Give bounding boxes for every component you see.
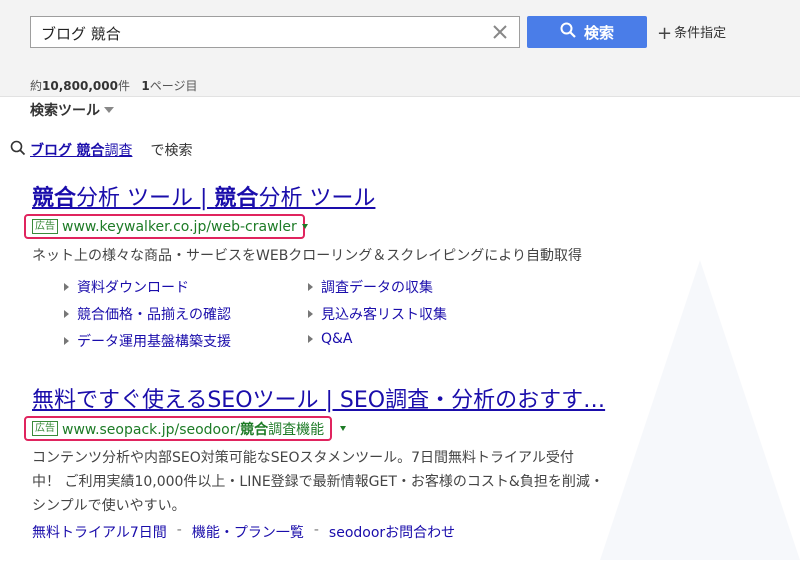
ad1-title-part4: 分析 ツール — [258, 186, 376, 211]
ad-url-1[interactable]: www.keywalker.co.jp/web-crawler — [62, 219, 297, 235]
plus-icon: + — [657, 23, 673, 44]
ad-badge: 広告 — [32, 219, 58, 234]
ad2-desc-line1: コンテンツ分析や内部SEO対策可能なSEOスタメンツール。7日間無料トライアル受… — [32, 450, 574, 466]
arrow-right-icon — [64, 310, 69, 318]
sitelink-label: Q&A — [321, 331, 353, 347]
ad-description-2: コンテンツ分析や内部SEO対策可能なSEOスタメンツール。7日間無料トライアル受… — [32, 446, 604, 518]
sitelink-2[interactable]: 調査データの収集 — [308, 277, 433, 297]
bottom-link-trial[interactable]: 無料トライアル7日間 — [32, 522, 167, 542]
ad2-desc-line3: シンプルで使いやすい。 — [32, 498, 186, 514]
result-count-suffix: 件 — [117, 79, 130, 93]
url-caret-icon[interactable] — [340, 426, 346, 431]
sitelink-label: 資料ダウンロード — [77, 280, 189, 296]
search-box[interactable] — [30, 16, 520, 49]
search-input[interactable] — [39, 17, 483, 49]
link-separator: - — [176, 522, 182, 538]
arrow-right-icon — [308, 335, 313, 343]
search-button-label: 検索 — [583, 23, 614, 42]
conditions-link[interactable]: + 条件指定 — [657, 22, 726, 44]
result-count: 約10,800,000件 1ページ目 — [30, 77, 198, 94]
ad2-desc-line2: 中！ ご利用実績10,000件以上・LINE登録で最新情報GET・お客様のコスト… — [32, 474, 604, 490]
search-icon — [10, 140, 26, 160]
page-number: 1 — [141, 79, 150, 93]
ad-url-2[interactable]: www.seopack.jp/seodoor/競合調査機能 — [62, 419, 324, 439]
ad2-bottom-links: 無料トライアル7日間 - 機能・プラン一覧 - seodoorお問合わせ — [32, 522, 455, 542]
link-separator: - — [313, 522, 319, 538]
ad1-title-part3: 競合 — [214, 186, 259, 211]
sitelink-4[interactable]: 見込み客リスト収集 — [308, 304, 447, 324]
search-button[interactable]: 検索 — [527, 16, 647, 48]
ad2-url-part1: www.seopack.jp/seodoor/ — [62, 421, 241, 438]
bottom-link-contact[interactable]: seodoorお問合わせ — [329, 522, 455, 542]
ad-title-2[interactable]: 無料ですぐ使えるSEOツール | SEO調査・分析のおすす… — [32, 382, 605, 414]
background-decoration — [600, 260, 800, 560]
sitelink-3[interactable]: 競合価格・品揃えの確認 — [64, 304, 231, 324]
arrow-right-icon — [308, 283, 313, 291]
sitelink-5[interactable]: データ運用基盤構築支援 — [64, 331, 231, 351]
bottom-link-plans[interactable]: 機能・プラン一覧 — [192, 522, 304, 542]
conditions-label: 条件指定 — [674, 26, 727, 41]
ad-url-row-1: 広告 www.keywalker.co.jp/web-crawler — [24, 214, 305, 239]
ad-url-row-2: 広告 www.seopack.jp/seodoor/競合調査機能 — [24, 416, 333, 441]
ad1-title-part2: 分析 ツール | — [76, 186, 215, 211]
query-suggestion: ブログ 競合調査 で検索 — [10, 140, 192, 160]
sitelink-1[interactable]: 資料ダウンロード — [64, 277, 189, 297]
url-caret-icon[interactable] — [302, 224, 308, 229]
suggest-part3: 調査 — [104, 143, 133, 159]
ad-description-1: ネット上の様々な商品・サービスをWEBクローリング＆スクレイピングにより自動取得 — [32, 248, 583, 264]
search-header: 検索 +条件指定 約10,800,000件 1ページ目 — [0, 0, 800, 97]
sitelink-label: 競合価格・品揃えの確認 — [77, 307, 231, 323]
result-count-prefix: 約 — [30, 79, 43, 93]
search-tools-label: 検索ツール — [30, 103, 100, 119]
sitelink-label: データ運用基盤構築支援 — [77, 334, 231, 350]
search-tools-toggle[interactable]: 検索ツール — [30, 100, 114, 120]
result-count-value: 10,800,000 — [42, 79, 118, 93]
clear-icon[interactable] — [491, 23, 509, 41]
sitelink-6[interactable]: Q&A — [308, 331, 353, 347]
caret-down-icon — [104, 107, 114, 113]
arrow-right-icon — [308, 310, 313, 318]
ad-badge: 広告 — [32, 421, 58, 436]
suggested-query-link[interactable]: ブログ 競合調査 — [30, 140, 132, 160]
suggest-part2: 競合 — [76, 143, 105, 159]
arrow-right-icon — [64, 337, 69, 345]
suggest-tail: で検索 — [150, 143, 193, 159]
sitelink-label: 見込み客リスト収集 — [321, 307, 447, 323]
arrow-right-icon — [64, 283, 69, 291]
ad-title-1[interactable]: 競合分析 ツール | 競合分析 ツール — [32, 180, 375, 212]
suggest-part1: ブログ — [30, 143, 72, 159]
ad2-url-part2: 競合 — [240, 421, 269, 438]
ad1-title-part1: 競合 — [32, 186, 77, 211]
sitelink-label: 調査データの収集 — [321, 280, 433, 296]
page-suffix: ページ目 — [149, 79, 198, 93]
ad2-url-part3: 調査機能 — [268, 421, 325, 438]
search-icon — [560, 22, 576, 42]
